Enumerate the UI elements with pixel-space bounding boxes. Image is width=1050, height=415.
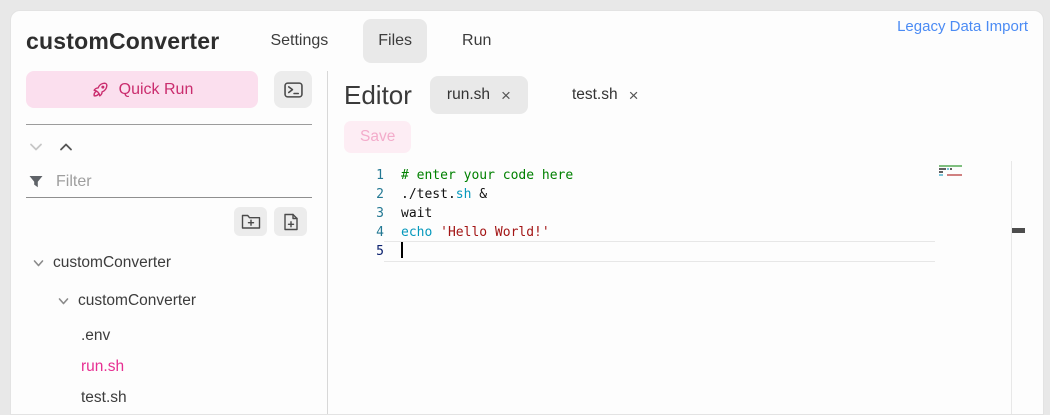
cursor-position-mark <box>1012 228 1025 233</box>
body-row: Quick Run <box>11 71 1043 414</box>
minimap-mark <box>947 174 962 176</box>
tab-label: test.sh <box>572 86 618 104</box>
minimap-line <box>939 177 1011 179</box>
app-card: customConverter Settings Files Run Legacy … <box>10 10 1044 415</box>
minimap-line <box>939 174 1011 176</box>
code-line-content[interactable]: # enter your code here <box>384 166 935 185</box>
sidebar: Quick Run <box>11 71 328 414</box>
tree-item-customConverter[interactable]: customConverter <box>11 282 327 320</box>
filter-icon <box>28 174 44 191</box>
tree-item-run.sh[interactable]: run.sh <box>11 351 327 382</box>
code-token: wait <box>401 206 432 221</box>
code-token: ./test. <box>401 187 456 202</box>
folder-chevron-icon[interactable] <box>56 294 71 308</box>
editor-tabs: run.sh × test.sh × <box>430 76 656 114</box>
nav-tab-run[interactable]: Run <box>447 19 506 63</box>
code-area[interactable]: 1# enter your code here2./test.sh &3wait… <box>344 161 935 414</box>
tree-item-test.sh[interactable]: test.sh <box>11 382 327 413</box>
quick-run-row: Quick Run <box>11 71 327 108</box>
new-folder-icon <box>241 213 261 230</box>
filter-field[interactable] <box>26 165 312 198</box>
code-line-content[interactable] <box>384 242 935 261</box>
line-number[interactable]: 3 <box>344 204 384 223</box>
code-editor[interactable]: 1# enter your code here2./test.sh &3wait… <box>344 161 1025 414</box>
minimap-mark <box>939 174 943 176</box>
filter-input[interactable] <box>54 172 310 192</box>
code-line-content[interactable]: wait <box>384 204 935 223</box>
folder-chevron-icon[interactable] <box>31 256 46 270</box>
tree-expand-controls <box>11 125 327 155</box>
code-token: echo <box>401 225 432 240</box>
tree-item-label: run.sh <box>81 358 124 376</box>
file-tree: customConverter customConverter .env run.sh… <box>11 244 327 413</box>
editor-panel: Editor run.sh × test.sh × Save 1 # enter you… <box>328 71 1043 414</box>
new-folder-button[interactable] <box>234 207 267 236</box>
editor-tab-run.sh[interactable]: run.sh × <box>430 76 528 114</box>
scrollbar-overview-ruler[interactable] <box>1011 161 1025 414</box>
code-token: sh <box>456 187 472 202</box>
main-nav: Settings Files Run <box>255 19 506 63</box>
tree-item-label: .env <box>81 327 110 345</box>
code-token <box>432 225 440 240</box>
editor-title: Editor <box>344 80 412 111</box>
minimap-mark <box>939 168 946 170</box>
app-title: customConverter <box>26 28 219 55</box>
editor-tab-test.sh[interactable]: test.sh × <box>555 76 656 114</box>
nav-tab-settings[interactable]: Settings <box>255 19 343 63</box>
line-number[interactable]: 2 <box>344 185 384 204</box>
minimap-line <box>939 168 1011 170</box>
expand-all-button[interactable] <box>27 139 45 155</box>
code-line[interactable]: 1 # enter your code here <box>344 166 935 185</box>
text-cursor <box>401 242 403 258</box>
legacy-data-import-link[interactable]: Legacy Data Import <box>897 18 1028 35</box>
app-header: customConverter Settings Files Run Legacy … <box>11 11 1043 71</box>
minimap-mark <box>939 165 962 167</box>
new-file-button[interactable] <box>274 207 307 236</box>
code-line[interactable]: 5 <box>344 242 935 261</box>
quick-run-label: Quick Run <box>119 81 194 99</box>
chevron-down-icon <box>27 139 45 155</box>
nav-tab-files[interactable]: Files <box>363 19 427 63</box>
tree-item-label: customConverter <box>78 292 196 310</box>
code-line-content[interactable]: ./test.sh & <box>384 185 935 204</box>
tree-item-customConverter[interactable]: customConverter <box>11 244 327 282</box>
tree-item-label: customConverter <box>53 254 171 272</box>
minimap-mark <box>950 168 952 170</box>
minimap-mark <box>947 168 949 170</box>
minimap[interactable] <box>935 161 1011 414</box>
chevron-up-icon <box>57 139 75 155</box>
code-line[interactable]: 3 wait <box>344 204 935 223</box>
code-line[interactable]: 2./test.sh & <box>344 185 935 204</box>
code-token: 'Hello World!' <box>440 225 550 240</box>
code-token: # enter your code here <box>401 168 573 183</box>
new-file-icon <box>283 213 299 231</box>
quick-run-button[interactable]: Quick Run <box>26 71 258 108</box>
line-number[interactable]: 1 <box>344 166 384 185</box>
minimap-line <box>939 171 1011 173</box>
tab-label: run.sh <box>447 86 490 104</box>
save-button[interactable]: Save <box>344 121 411 153</box>
close-tab-icon[interactable]: × <box>629 87 639 104</box>
tree-item-.env[interactable]: .env <box>11 320 327 351</box>
file-actions <box>11 198 327 236</box>
rocket-icon <box>91 80 110 99</box>
tree-item-label: test.sh <box>81 389 127 407</box>
collapse-all-button[interactable] <box>57 139 75 155</box>
close-tab-icon[interactable]: × <box>501 87 511 104</box>
minimap-line <box>939 165 1011 167</box>
minimap-mark <box>939 171 943 173</box>
terminal-icon <box>284 82 303 98</box>
line-number[interactable]: 4 <box>344 223 384 242</box>
code-token: & <box>471 187 487 202</box>
code-line[interactable]: 4echo 'Hello World!' <box>344 223 935 242</box>
code-line-content[interactable]: echo 'Hello World!' <box>384 223 935 242</box>
line-number[interactable]: 5 <box>344 242 384 261</box>
terminal-button[interactable] <box>274 71 312 108</box>
editor-header: Editor run.sh × test.sh × <box>344 76 1025 114</box>
